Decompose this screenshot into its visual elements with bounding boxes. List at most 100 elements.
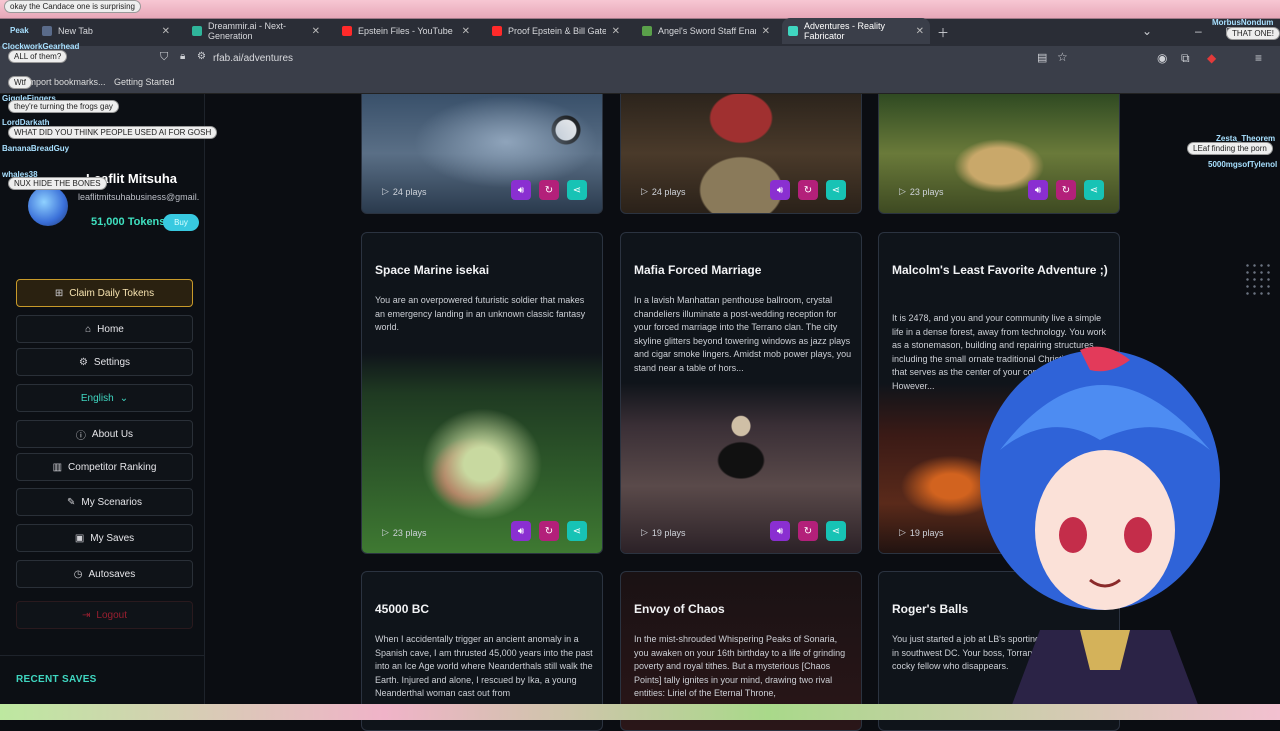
chat-message: they're turning the frogs gay: [14, 102, 113, 111]
chat-bubble: ALL of them?: [8, 50, 68, 63]
nav-home-label: Home: [97, 323, 124, 335]
close-tab-icon[interactable]: ✕: [762, 26, 770, 37]
tab-favicon-icon: [788, 26, 798, 36]
logout-button[interactable]: ⇥ Logout: [16, 601, 193, 629]
voice-button[interactable]: 🔊︎: [511, 521, 531, 541]
tab-title: Angel's Sword Staff Enamel Pin: [658, 26, 756, 36]
tab-title: Dreammir.ai - Next-Generation: [208, 21, 287, 41]
card-title: Space Marine isekai: [375, 263, 490, 277]
replay-button[interactable]: ↻: [1056, 180, 1076, 200]
chevron-down-icon: ⌄: [119, 392, 129, 404]
scenario-card[interactable]: Mafia Forced Marriage In a lavish Manhat…: [620, 232, 862, 554]
share-icon: ⋖: [572, 525, 582, 537]
card-title: 45000 BC: [375, 602, 430, 616]
bookmark-import[interactable]: Import bookmarks...: [26, 77, 106, 87]
logout-icon: ⇥: [82, 609, 91, 621]
tab-title: Proof Epstein & Bill Gates creat: [508, 26, 606, 36]
claim-label: Claim Daily Tokens: [69, 287, 155, 299]
avatar-eye-left: [1059, 517, 1087, 553]
replay-button[interactable]: ↻: [798, 180, 818, 200]
minimize-icon[interactable]: –: [1195, 24, 1202, 38]
close-tab-icon[interactable]: ✕: [916, 26, 924, 37]
share-button[interactable]: ⋖: [567, 180, 587, 200]
replay-button[interactable]: ↻: [539, 521, 559, 541]
close-tab-icon[interactable]: ✕: [162, 26, 170, 37]
chat-username: MorbusNondum: [1212, 18, 1274, 27]
claim-daily-tokens-button[interactable]: ⊞ Claim Daily Tokens: [16, 279, 193, 307]
token-balance: 51,000 Tokens: [91, 216, 166, 228]
bookmark-star-icon[interactable]: ☆: [1057, 50, 1068, 64]
nav-my-saves[interactable]: ▣ My Saves: [16, 524, 193, 552]
tab-proof-epstein[interactable]: Proof Epstein & Bill Gates creat ✕: [486, 18, 626, 44]
scenario-card[interactable]: Space Marine isekai You are an overpower…: [361, 232, 603, 554]
scenario-card[interactable]: ▷ 23 plays 🔊︎ ↻ ⋖: [878, 94, 1120, 214]
voice-button[interactable]: 🔊︎: [1028, 180, 1048, 200]
replay-button[interactable]: ↻: [539, 180, 559, 200]
reader-view-icon[interactable]: ▤: [1037, 51, 1047, 64]
play-icon: ▷: [382, 186, 389, 196]
tab-favicon-icon: [42, 26, 52, 36]
nav-home[interactable]: ⌂ Home: [16, 315, 193, 343]
nav-about[interactable]: ⓘ About Us: [16, 420, 193, 448]
clock-icon: ◷: [73, 568, 83, 580]
chat-bubble: NUX HIDE THE BONES: [8, 177, 107, 190]
scenario-card[interactable]: ▷ 24 plays 🔊︎ ↻ ⋖: [361, 94, 603, 214]
voice-button[interactable]: 🔊︎: [511, 180, 531, 200]
language-select[interactable]: English ⌄: [16, 384, 193, 412]
new-tab-icon[interactable]: ＋: [937, 24, 949, 41]
site-settings-icon[interactable]: ⚙: [197, 51, 206, 62]
youtube-icon: [342, 26, 352, 36]
chat-message: okay the Candace one is surprising: [10, 2, 135, 11]
chat-bubble: Wtf: [8, 76, 32, 89]
chat-bubble: okay the Candace one is surprising: [4, 0, 141, 13]
speaker-icon: 🔊︎: [776, 184, 784, 196]
voice-button[interactable]: 🔊︎: [770, 521, 790, 541]
tab-title: New Tab: [58, 26, 93, 36]
avatar: [28, 186, 68, 226]
nav-settings[interactable]: ⚙ Settings: [16, 348, 193, 376]
nav-competitor-ranking[interactable]: ▥ Competitor Ranking: [16, 453, 193, 481]
nav-autosaves[interactable]: ◷ Autosaves: [16, 560, 193, 588]
account-icon[interactable]: ◉: [1157, 51, 1167, 65]
tab-new-tab[interactable]: New Tab ✕: [36, 18, 176, 44]
tab-dreammir[interactable]: Dreammir.ai - Next-Generation ✕: [186, 18, 326, 44]
replay-button[interactable]: ↻: [798, 521, 818, 541]
close-tab-icon[interactable]: ✕: [462, 26, 470, 37]
tab-favicon-icon: [192, 26, 202, 36]
tab-adventures[interactable]: Adventures - Reality Fabricator ✕: [782, 18, 930, 44]
share-button[interactable]: ⋖: [567, 521, 587, 541]
share-button[interactable]: ⋖: [826, 521, 846, 541]
extensions-icon[interactable]: ⧉: [1181, 51, 1190, 66]
card-title: Mafia Forced Marriage: [634, 263, 762, 277]
play-icon: ▷: [899, 527, 906, 537]
bookmarks-bar: [0, 72, 1280, 94]
lock-icon[interactable]: 🔒︎: [180, 51, 185, 62]
tab-angels-sword[interactable]: Angel's Sword Staff Enamel Pin ✕: [636, 18, 776, 44]
refresh-icon: ↻: [1061, 184, 1071, 196]
close-tab-icon[interactable]: ✕: [312, 26, 320, 37]
voice-button[interactable]: 🔊︎: [770, 180, 790, 200]
shield-icon[interactable]: ⛉: [160, 51, 168, 64]
tab-epstein-files[interactable]: Epstein Files - YouTube ✕: [336, 18, 476, 44]
scenario-card[interactable]: ▷ 24 plays 🔊︎ ↻ ⋖: [620, 94, 862, 214]
menu-icon[interactable]: ≡: [1255, 51, 1262, 65]
share-button[interactable]: ⋖: [1084, 180, 1104, 200]
chat-username: Peak: [10, 26, 29, 35]
refresh-icon: ↻: [544, 525, 554, 537]
buy-tokens-button[interactable]: Buy: [163, 214, 199, 231]
speaker-icon: 🔊︎: [776, 525, 784, 537]
card-description: In a lavish Manhattan penthouse ballroom…: [634, 295, 852, 373]
url-input[interactable]: rfab.ai/adventures: [213, 53, 293, 64]
share-icon: ⋖: [1089, 184, 1099, 196]
share-button[interactable]: ⋖: [826, 180, 846, 200]
play-icon: ▷: [641, 527, 648, 537]
share-icon: ⋖: [831, 184, 841, 196]
bookmark-getting-started[interactable]: Getting Started: [114, 77, 175, 87]
chat-line: BananaBreadGuy: [2, 144, 69, 153]
extension-badge-icon[interactable]: ◆: [1207, 51, 1216, 65]
nav-my-scenarios[interactable]: ✎ My Scenarios: [16, 488, 193, 516]
close-tab-icon[interactable]: ✕: [612, 26, 620, 37]
chat-message: WHAT DID YOU THINK PEOPLE USED AI FOR GO…: [14, 128, 212, 137]
nav-scenarios-label: My Scenarios: [81, 496, 142, 508]
tab-list-icon[interactable]: ⌄: [1142, 24, 1152, 38]
